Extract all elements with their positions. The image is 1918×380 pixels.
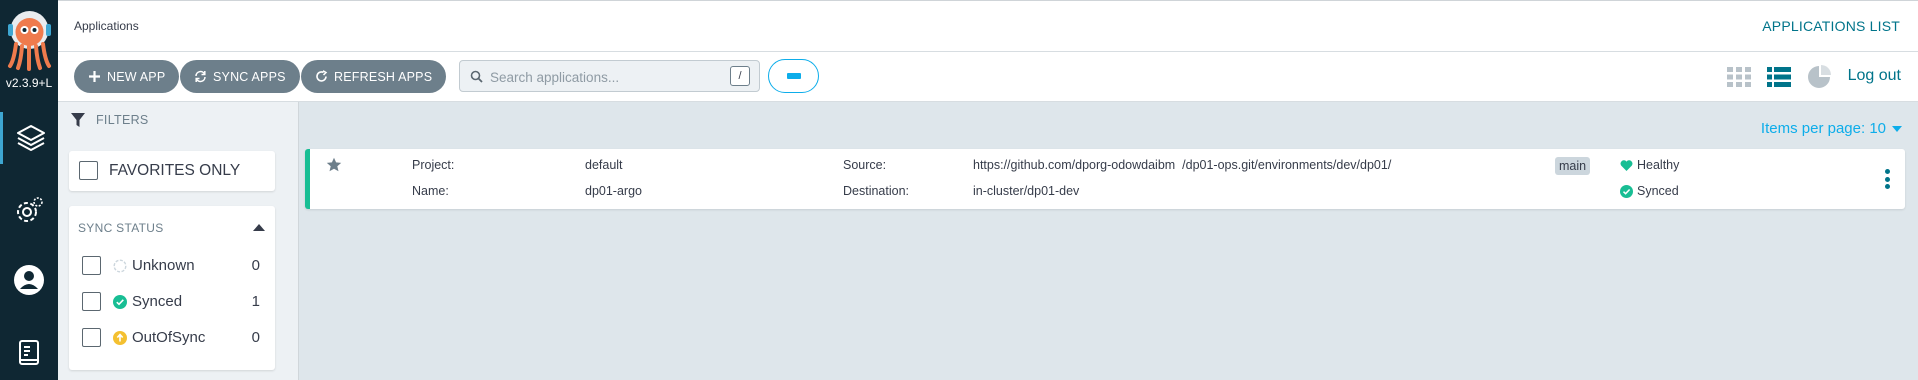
nav-item-user-info[interactable]	[0, 254, 58, 306]
logout-link[interactable]: Log out	[1848, 67, 1901, 85]
unknown-status-icon	[113, 259, 127, 273]
unknown-checkbox[interactable]	[82, 256, 101, 275]
filter-toggle-button[interactable]	[768, 59, 819, 93]
pie-chart-view-icon[interactable]	[1806, 65, 1832, 89]
sync-status-item-unknown: Unknown 0	[69, 250, 275, 280]
filters-header[interactable]: FILTERS	[70, 112, 149, 128]
source-value[interactable]: https://github.com/dporg-odowdaibm /dp01…	[973, 158, 1391, 172]
list-view-icon[interactable]	[1766, 65, 1792, 89]
sync-status-item-synced: Synced 1	[69, 286, 275, 316]
sync-apps-label: SYNC APPS	[213, 69, 286, 84]
unknown-count: 0	[251, 257, 260, 274]
check-circle-icon	[1620, 184, 1633, 198]
filters-heading: FILTERS	[96, 113, 149, 127]
refresh-icon	[316, 70, 328, 82]
outofsync-label: OutOfSync	[132, 329, 206, 346]
synced-count: 1	[251, 293, 260, 310]
favorites-filter: FAVORITES ONLY	[69, 151, 275, 191]
items-per-page-label: Items per page: 10	[1760, 120, 1886, 137]
name-label: Name:	[412, 184, 449, 198]
check-circle-icon	[113, 295, 127, 309]
search-shortcut-hint: /	[730, 66, 750, 86]
new-app-label: NEW APP	[107, 69, 166, 84]
search-input[interactable]	[490, 67, 720, 87]
nav-item-applications[interactable]	[0, 112, 58, 164]
health-label: Healthy	[1637, 158, 1680, 172]
plus-icon	[89, 71, 100, 82]
destination-label: Destination:	[843, 184, 910, 198]
search-icon	[470, 70, 483, 83]
heart-icon	[1620, 159, 1633, 171]
nav-item-settings[interactable]	[0, 184, 58, 236]
favorites-only-label: FAVORITES ONLY	[109, 162, 241, 179]
new-app-button[interactable]: NEW APP	[74, 60, 180, 93]
synced-label: Synced	[132, 293, 183, 310]
minus-icon	[786, 73, 801, 79]
more-options-icon[interactable]	[1885, 169, 1890, 189]
argo-logo-icon[interactable]	[6, 8, 53, 71]
filters-panel: FILTERS FAVORITES ONLY SYNC STATUS Unkno…	[58, 102, 299, 380]
outofsync-checkbox[interactable]	[82, 328, 101, 347]
tiles-view-icon[interactable]	[1726, 65, 1752, 89]
nav-item-documentation[interactable]	[0, 326, 58, 378]
refresh-apps-label: REFRESH APPS	[334, 69, 433, 84]
applications-list-title: APPLICATIONS LIST	[1762, 18, 1900, 34]
favorites-only-checkbox[interactable]	[79, 161, 98, 180]
user-icon	[14, 265, 44, 295]
sync-label: Synced	[1637, 184, 1679, 198]
arrow-up-circle-icon	[113, 331, 127, 345]
gear-icon	[17, 197, 43, 222]
filter-icon	[71, 113, 85, 127]
source-label: Source:	[843, 158, 887, 172]
application-row[interactable]: Project: default Name: dp01-argo Source:…	[305, 149, 1905, 209]
collapse-caret-icon[interactable]	[253, 224, 265, 231]
items-per-page-selector[interactable]: Items per page: 10	[1761, 120, 1902, 137]
star-icon[interactable]	[326, 157, 342, 173]
branch-badge: main	[1555, 157, 1591, 175]
name-value: dp01-argo	[585, 184, 642, 198]
book-icon	[19, 340, 39, 365]
page-title: Applications	[74, 19, 139, 33]
refresh-apps-button[interactable]: REFRESH APPS	[301, 60, 447, 93]
top-bar: Applications APPLICATIONS LIST	[58, 0, 1918, 52]
sync-status: Synced	[1620, 184, 1679, 198]
sync-status-item-outofsync: OutOfSync 0	[69, 322, 275, 352]
project-value: default	[585, 158, 623, 172]
project-label: Project:	[412, 158, 455, 172]
toolbar: NEW APP SYNC APPS REFRESH APPS / Log out	[58, 52, 1918, 102]
sync-icon	[195, 70, 206, 83]
destination-value: in-cluster/dp01-dev	[973, 184, 1080, 198]
left-nav: v2.3.9+L	[0, 0, 58, 380]
search-box: /	[459, 60, 760, 92]
sync-status-filter: SYNC STATUS Unknown 0 Synced 1 OutOfSync…	[69, 206, 275, 370]
version-label: v2.3.9+L	[5, 76, 53, 90]
layers-icon	[16, 125, 45, 151]
unknown-label: Unknown	[132, 257, 195, 274]
synced-checkbox[interactable]	[82, 292, 101, 311]
sync-status-title: SYNC STATUS	[78, 221, 164, 235]
sync-apps-button[interactable]: SYNC APPS	[180, 60, 300, 93]
chevron-down-icon	[1892, 125, 1902, 132]
outofsync-count: 0	[251, 329, 260, 346]
health-status: Healthy	[1620, 158, 1679, 172]
